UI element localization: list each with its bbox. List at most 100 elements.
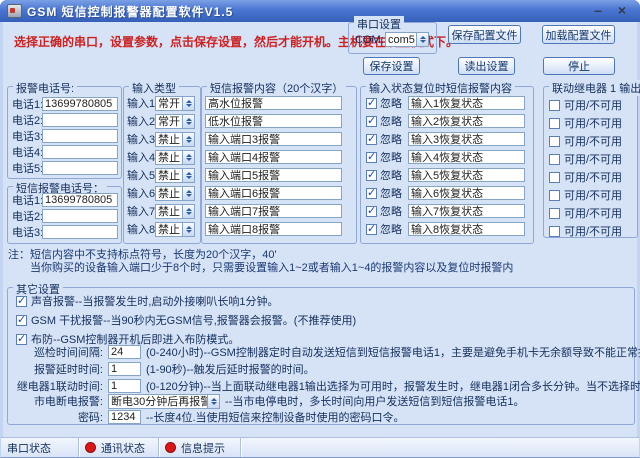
- sound-alarm-checkbox[interactable]: [16, 296, 27, 307]
- relay-enable-checkbox-8[interactable]: [549, 226, 560, 237]
- read-settings-button[interactable]: 读出设置: [458, 57, 515, 75]
- sms-phone-3-input[interactable]: [42, 225, 118, 239]
- power-fail-alarm-select[interactable]: 断电30分钟后再报警: [108, 394, 220, 409]
- reset-content-group-label: 输入状态复位时短信报警内容: [366, 80, 515, 96]
- input-6-type-select[interactable]: 禁止: [155, 186, 195, 201]
- dropdown-arrows-icon[interactable]: [182, 205, 194, 218]
- input-4-type-select[interactable]: 禁止: [155, 150, 195, 165]
- sms-phone-1-input[interactable]: [42, 193, 118, 207]
- reset-content-3-input[interactable]: [408, 132, 525, 146]
- input-label: 输入6: [127, 185, 155, 201]
- input-2-type-select[interactable]: 常开: [155, 114, 195, 129]
- dropdown-arrows-icon[interactable]: [182, 187, 194, 200]
- alarm-phone-4-input[interactable]: [42, 145, 118, 159]
- ignore-checkbox-4[interactable]: [366, 152, 377, 163]
- reset-content-5-input[interactable]: [408, 168, 525, 182]
- patrol-interval-input[interactable]: [108, 345, 141, 359]
- dropdown-arrows-icon[interactable]: [207, 395, 219, 408]
- dropdown-arrows-icon[interactable]: [182, 133, 194, 146]
- reset-content-6-input[interactable]: [408, 186, 525, 200]
- reset-content-2-input[interactable]: [408, 114, 525, 128]
- sms-content-8-input[interactable]: [205, 222, 342, 236]
- comm-status-dot-icon: [85, 442, 96, 453]
- alarm-phone-5-input[interactable]: [42, 161, 118, 175]
- alarm-delay-input[interactable]: [108, 362, 141, 376]
- comm-status-panel: 通讯状态: [79, 438, 159, 457]
- sms-content-2-input[interactable]: [205, 114, 342, 128]
- reset-content-8-input[interactable]: [408, 222, 525, 236]
- statusbar-spacer: [241, 438, 639, 457]
- close-button[interactable]: ×: [612, 2, 632, 18]
- relay1-linkage-time-input[interactable]: [108, 379, 141, 393]
- ignore-checkbox-2[interactable]: [366, 116, 377, 127]
- phone-label: 电话2:: [12, 112, 42, 128]
- reset-content-4-input[interactable]: [408, 150, 525, 164]
- gsm-jam-alarm-checkbox[interactable]: [16, 315, 27, 326]
- ignore-label: 忽略: [380, 95, 402, 111]
- save-config-file-button[interactable]: 保存配置文件: [448, 25, 521, 44]
- reset-content-7-input[interactable]: [408, 204, 525, 218]
- input-label: 输入3: [127, 131, 155, 147]
- ignore-checkbox-8[interactable]: [366, 224, 377, 235]
- arm-on-boot-checkbox[interactable]: [16, 334, 27, 345]
- gsm-jam-alarm-label: GSM 干扰报警--当90秒内无GSM信号,报警器会报警。(不推荐使用): [31, 312, 356, 328]
- input-label: 输入7: [127, 203, 155, 219]
- sms-content-6-input[interactable]: [205, 186, 342, 200]
- alarm-phones-group-label: 报警电话号:: [13, 80, 77, 96]
- message-hint-panel: 信息提示: [159, 438, 241, 457]
- ignore-checkbox-5[interactable]: [366, 170, 377, 181]
- input-7-type-select[interactable]: 禁止: [155, 204, 195, 219]
- dropdown-arrows-icon[interactable]: [416, 33, 428, 46]
- dropdown-arrows-icon[interactable]: [182, 169, 194, 182]
- relay-enable-checkbox-4[interactable]: [549, 154, 560, 165]
- phone-label: 电话2:: [12, 208, 42, 224]
- sms-content-5-input[interactable]: [205, 168, 342, 182]
- relay-option-label: 可用/不可用: [564, 223, 622, 239]
- stop-button[interactable]: 停止: [543, 57, 615, 75]
- alarm-phone-3-input[interactable]: [42, 129, 118, 143]
- relay1-linkage-time-label: 继电器1联动时间:: [8, 378, 103, 394]
- relay-enable-checkbox-5[interactable]: [549, 172, 560, 183]
- ignore-checkbox-7[interactable]: [366, 206, 377, 217]
- input-5-type-select[interactable]: 禁止: [155, 168, 195, 183]
- ignore-checkbox-1[interactable]: [366, 98, 377, 109]
- input-label: 输入2: [127, 113, 155, 129]
- patrol-interval-label: 巡检时间间隔:: [8, 344, 103, 360]
- com-port-select[interactable]: com5: [385, 32, 429, 47]
- sms-phone-2-input[interactable]: [42, 209, 118, 223]
- sms-content-7-input[interactable]: [205, 204, 342, 218]
- dropdown-arrows-icon[interactable]: [182, 97, 194, 110]
- input-1-type-select[interactable]: 常开: [155, 96, 195, 111]
- window-title: GSM 短信控制报警器配置软件V1.5: [27, 3, 233, 20]
- ignore-label: 忽略: [380, 131, 402, 147]
- relay-enable-checkbox-1[interactable]: [549, 100, 560, 111]
- dropdown-arrows-icon[interactable]: [182, 223, 194, 236]
- relay-enable-checkbox-3[interactable]: [549, 136, 560, 147]
- load-config-file-button[interactable]: 加载配置文件: [542, 25, 615, 44]
- relay-option-label: 可用/不可用: [564, 151, 622, 167]
- input-label: 输入4: [127, 149, 155, 165]
- comm-status-label: 通讯状态: [101, 440, 145, 456]
- minimize-button[interactable]: –: [588, 2, 608, 18]
- relay-enable-checkbox-7[interactable]: [549, 208, 560, 219]
- input-label: 输入5: [127, 167, 155, 183]
- ignore-checkbox-6[interactable]: [366, 188, 377, 199]
- alarm-phone-1-input[interactable]: [42, 97, 118, 111]
- input-8-type-select[interactable]: 禁止: [155, 222, 195, 237]
- reset-content-1-input[interactable]: [408, 96, 525, 110]
- password-input[interactable]: [108, 410, 141, 424]
- patrol-interval-desc: (0-240小时)--GSM控制器定时自动发送短信到短信报警电话1，主要是避免手…: [146, 344, 640, 360]
- alarm-phone-2-input[interactable]: [42, 113, 118, 127]
- relay-enable-checkbox-2[interactable]: [549, 118, 560, 129]
- save-settings-button[interactable]: 保存设置: [363, 57, 420, 75]
- input-3-type-select[interactable]: 禁止: [155, 132, 195, 147]
- relay-enable-checkbox-6[interactable]: [549, 190, 560, 201]
- ignore-label: 忽略: [380, 185, 402, 201]
- ignore-checkbox-3[interactable]: [366, 134, 377, 145]
- dropdown-arrows-icon[interactable]: [182, 115, 194, 128]
- dropdown-arrows-icon[interactable]: [182, 151, 194, 164]
- sms-content-4-input[interactable]: [205, 150, 342, 164]
- title-bar: GSM 短信控制报警器配置软件V1.5 – ×: [0, 0, 640, 22]
- sms-content-1-input[interactable]: [205, 96, 342, 110]
- sms-content-3-input[interactable]: [205, 132, 342, 146]
